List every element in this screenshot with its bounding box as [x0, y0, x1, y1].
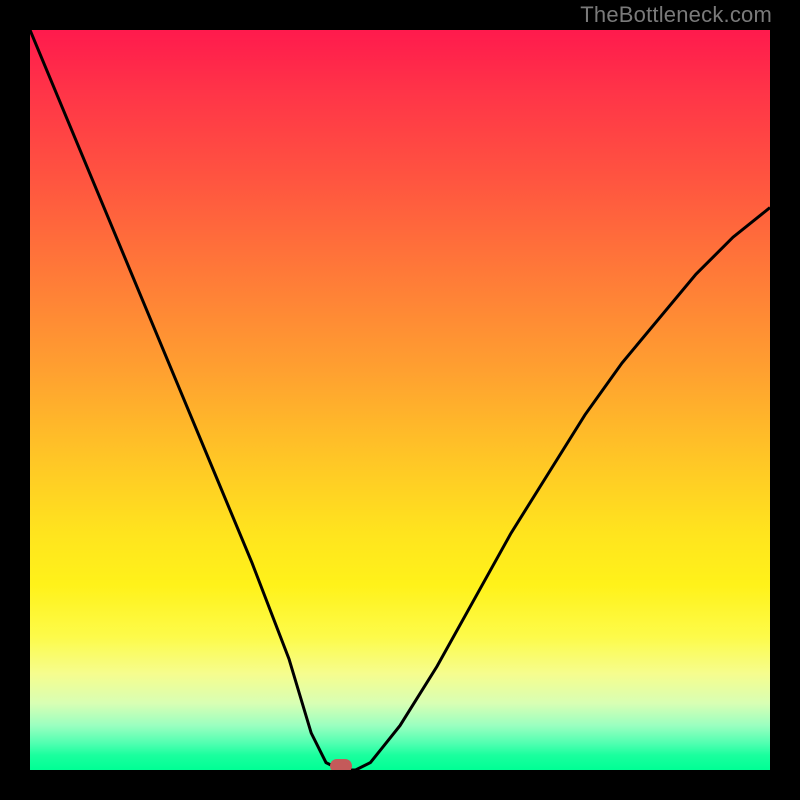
chart-frame: TheBottleneck.com — [0, 0, 800, 800]
bottleneck-curve — [30, 30, 770, 770]
curve-svg — [30, 30, 770, 770]
optimum-marker — [330, 759, 352, 770]
watermark-text: TheBottleneck.com — [580, 2, 772, 28]
plot-area — [30, 30, 770, 770]
